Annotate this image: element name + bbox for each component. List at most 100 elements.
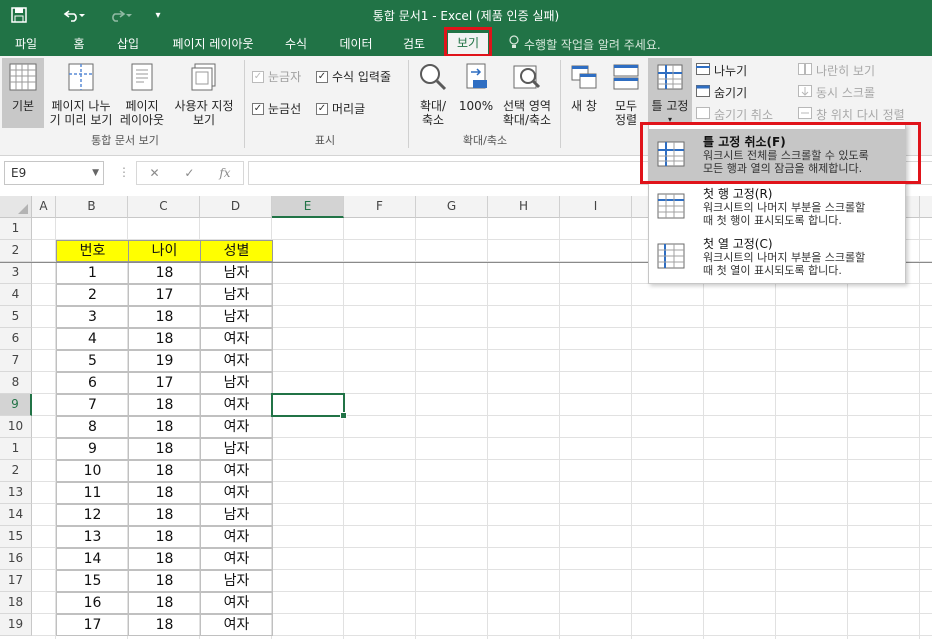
table-cell[interactable]: 17 [128, 372, 201, 394]
table-cell[interactable]: 여자 [200, 526, 273, 548]
table-cell[interactable]: 15 [56, 570, 129, 592]
row-header[interactable]: 9 [0, 394, 32, 416]
column-header-b[interactable]: B [56, 196, 128, 218]
table-cell[interactable]: 여자 [200, 614, 273, 636]
table-cell[interactable]: 남자 [200, 372, 273, 394]
table-cell[interactable]: 2 [56, 284, 129, 306]
table-cell[interactable]: 남자 [200, 306, 273, 328]
row-header[interactable]: 5 [0, 306, 32, 328]
custom-views-button[interactable]: 사용자 지정 보기 [168, 58, 240, 128]
column-header-i[interactable]: I [560, 196, 632, 218]
table-cell[interactable]: 1 [56, 262, 129, 284]
table-cell[interactable]: 8 [56, 416, 129, 438]
hide-button[interactable]: 숨기기 [696, 84, 747, 101]
table-cell[interactable]: 남자 [200, 504, 273, 526]
table-cell[interactable]: 여자 [200, 592, 273, 614]
table-cell[interactable]: 3 [56, 306, 129, 328]
table-cell[interactable]: 13 [56, 526, 129, 548]
formula-bar-checkbox[interactable]: ✓ 수식 입력줄 [316, 68, 391, 85]
table-cell[interactable]: 남자 [200, 438, 273, 460]
tab-data[interactable]: 데이터 [330, 34, 382, 56]
page-layout-view-button[interactable]: 페이지 레이아웃 [118, 58, 166, 128]
row-header[interactable]: 2 [0, 460, 32, 482]
table-cell[interactable]: 18 [128, 262, 201, 284]
table-cell[interactable]: 남자 [200, 284, 273, 306]
table-cell[interactable]: 18 [128, 328, 201, 350]
tell-me-box[interactable]: 수행할 작업을 알려 주세요. [508, 34, 661, 56]
row-header[interactable]: 15 [0, 526, 32, 548]
table-cell[interactable]: 남자 [200, 262, 273, 284]
row-header[interactable]: 17 [0, 570, 32, 592]
row-header[interactable]: 6 [0, 328, 32, 350]
split-button[interactable]: 나누기 [696, 62, 747, 79]
column-header-e[interactable]: E [272, 196, 344, 218]
table-cell[interactable]: 18 [128, 504, 201, 526]
insert-function-icon[interactable]: fx [219, 166, 230, 180]
tab-file[interactable]: 파일 [6, 34, 46, 56]
row-header[interactable]: 2 [0, 240, 32, 262]
table-cell[interactable]: 여자 [200, 394, 273, 416]
name-box[interactable]: E9 ▼ [4, 161, 104, 185]
arrange-all-button[interactable]: 모두 정렬 [606, 58, 646, 128]
row-header[interactable]: 10 [0, 416, 32, 438]
table-cell[interactable]: 18 [128, 306, 201, 328]
freeze-panes-button[interactable]: 틀 고정 ▾ [648, 58, 692, 128]
row-header[interactable]: 14 [0, 504, 32, 526]
table-cell[interactable]: 18 [128, 416, 201, 438]
row-header[interactable]: 13 [0, 482, 32, 504]
table-header-cell[interactable]: 성별 [200, 240, 273, 262]
tab-home[interactable]: 홈 [62, 34, 96, 56]
view-side-by-side-button[interactable]: 나란히 보기 [798, 62, 875, 79]
normal-view-button[interactable]: 기본 [2, 58, 44, 128]
table-cell[interactable]: 여자 [200, 548, 273, 570]
row-header[interactable]: 8 [0, 372, 32, 394]
column-header-c[interactable]: C [128, 196, 200, 218]
tab-formulas[interactable]: 수식 [276, 34, 316, 56]
row-header[interactable]: 18 [0, 592, 32, 614]
column-header[interactable] [920, 196, 932, 218]
row-header[interactable]: 3 [0, 262, 32, 284]
table-cell[interactable]: 18 [128, 438, 201, 460]
table-cell[interactable]: 6 [56, 372, 129, 394]
column-header-d[interactable]: D [200, 196, 272, 218]
zoom-selection-button[interactable]: 선택 영역 확대/축소 [498, 58, 556, 128]
table-cell[interactable]: 남자 [200, 570, 273, 592]
gridlines-checkbox[interactable]: ✓ 눈금선 [252, 100, 301, 117]
table-cell[interactable]: 18 [128, 570, 201, 592]
enter-icon[interactable]: ✓ [184, 166, 194, 180]
table-cell[interactable]: 9 [56, 438, 129, 460]
table-cell[interactable]: 14 [56, 548, 129, 570]
headings-checkbox[interactable]: ✓ 머리글 [316, 100, 365, 117]
row-header[interactable]: 1 [0, 438, 32, 460]
table-cell[interactable]: 5 [56, 350, 129, 372]
table-cell[interactable]: 11 [56, 482, 129, 504]
row-header[interactable]: 19 [0, 614, 32, 636]
table-cell[interactable]: 12 [56, 504, 129, 526]
table-cell[interactable]: 18 [128, 526, 201, 548]
column-header-f[interactable]: F [344, 196, 416, 218]
drag-handle-icon[interactable]: ⋮ [118, 165, 130, 179]
table-header-cell[interactable]: 번호 [56, 240, 129, 262]
row-header[interactable]: 16 [0, 548, 32, 570]
table-cell[interactable]: 19 [128, 350, 201, 372]
chevron-down-icon[interactable]: ▼ [92, 162, 99, 184]
table-cell[interactable]: 여자 [200, 460, 273, 482]
zoom-button[interactable]: 확대/ 축소 [412, 58, 454, 128]
column-header-a[interactable]: A [32, 196, 56, 218]
unhide-button[interactable]: 숨기기 취소 [696, 106, 773, 123]
selected-cell-e9[interactable] [271, 393, 347, 419]
row-header[interactable]: 1 [0, 218, 32, 240]
column-header-g[interactable]: G [416, 196, 488, 218]
table-cell[interactable]: 18 [128, 460, 201, 482]
table-cell[interactable]: 7 [56, 394, 129, 416]
new-window-button[interactable]: 새 창 [564, 58, 604, 128]
tab-insert[interactable]: 삽입 [108, 34, 148, 56]
table-cell[interactable]: 18 [128, 482, 201, 504]
table-cell[interactable]: 18 [128, 394, 201, 416]
tab-review[interactable]: 검토 [394, 34, 434, 56]
table-cell[interactable]: 17 [128, 284, 201, 306]
table-cell[interactable]: 18 [128, 592, 201, 614]
page-break-preview-button[interactable]: 페이지 나누 기 미리 보기 [46, 58, 116, 128]
select-all-corner[interactable] [0, 196, 32, 218]
table-header-cell[interactable]: 나이 [128, 240, 201, 262]
